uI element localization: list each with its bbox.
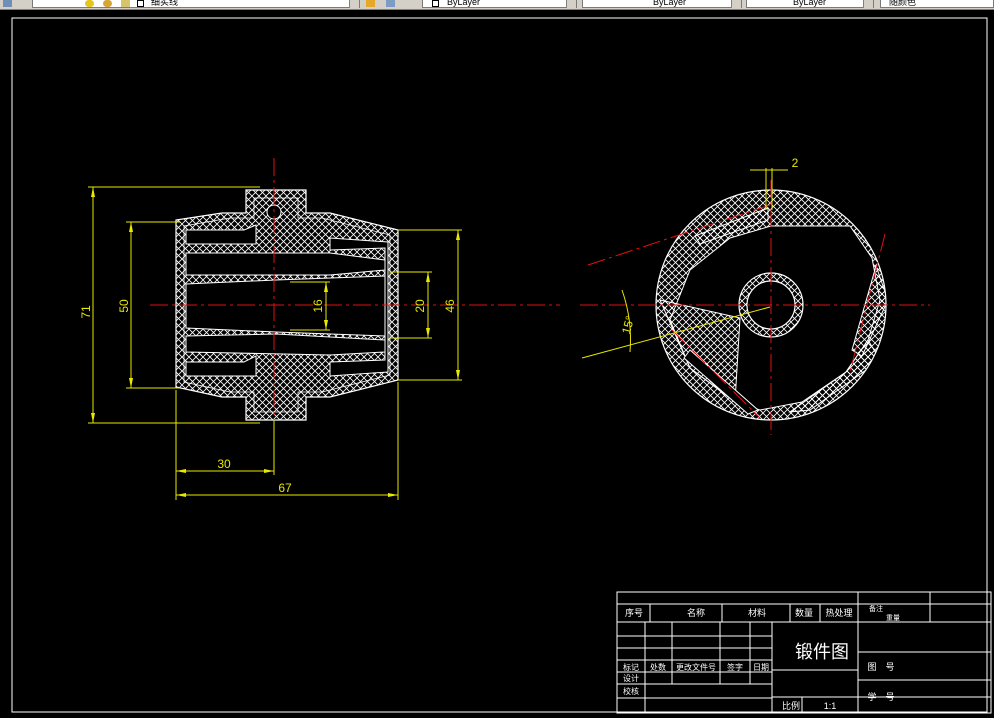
color-swatch-icon — [432, 0, 439, 7]
make-layer-current-icon[interactable] — [366, 0, 375, 7]
drawing-no-label: 图 号 — [867, 662, 894, 672]
rev-count: 处数 — [650, 662, 666, 672]
lineweight-combo[interactable]: ByLayer — [746, 0, 874, 8]
linetype-value: ByLayer — [653, 0, 687, 7]
side-view — [580, 180, 930, 435]
drawing-canvas[interactable]: 71 50 16 20 46 30 67 2 15° 序号 名称 材料 数量 热… — [0, 10, 994, 718]
rev-mark: 标记 — [623, 662, 639, 672]
header-material: 材料 — [748, 607, 766, 618]
dim-slot-angle: 15° — [619, 314, 637, 335]
checked-by-label: 校核 — [623, 686, 639, 696]
drawing-title: 锻件图 — [795, 642, 849, 662]
dim-overall-height: 71 — [79, 305, 93, 319]
linetype-combo[interactable]: ByLayer — [582, 0, 742, 8]
chevron-down-icon[interactable] — [731, 0, 741, 8]
layer-previous-icon[interactable] — [386, 0, 395, 7]
header-heat-treatment: 热处理 — [825, 607, 852, 618]
chevron-down-icon[interactable] — [863, 0, 873, 8]
dim-inner-diameter: 20 — [413, 299, 427, 313]
sun-icon — [103, 0, 112, 7]
plotstyle-value: 随颜色 — [889, 0, 917, 7]
chevron-down-icon[interactable] — [566, 0, 576, 8]
plotstyle-combo[interactable]: 随颜色 — [880, 0, 994, 8]
header-weight: 重量 — [886, 614, 900, 622]
header-seq: 序号 — [625, 607, 643, 618]
lineweight-value: ByLayer — [793, 0, 827, 7]
dim-overall-length: 67 — [278, 481, 292, 495]
layer-name: 细实线 — [151, 0, 179, 7]
designed-by-label: 设计 — [623, 673, 639, 683]
header-name: 名称 — [687, 607, 705, 618]
chevron-down-icon[interactable] — [349, 0, 359, 8]
lock-icon — [121, 0, 130, 7]
color-swatch-icon — [137, 0, 144, 7]
rev-file: 更改文件号 — [676, 662, 716, 672]
header-quantity: 数量 — [795, 607, 813, 618]
dim-bore-diameter: 16 — [311, 299, 325, 313]
student-no-label: 学 号 — [867, 691, 894, 702]
front-view-bore — [185, 275, 386, 337]
layer-icon[interactable] — [3, 0, 12, 7]
front-view-upper-channel — [185, 252, 386, 276]
dim-flange-diameter: 50 — [117, 299, 131, 313]
rev-date: 日期 — [753, 663, 769, 672]
layer-combo[interactable]: 细实线 — [32, 0, 360, 8]
front-view — [150, 158, 560, 445]
scale-value: 1:1 — [824, 701, 837, 711]
bulb-icon — [85, 0, 94, 7]
dim-half-length: 30 — [217, 457, 231, 471]
color-value: ByLayer — [447, 0, 481, 7]
properties-toolbar: 细实线 ByLayer ByLayer ByLayer 随颜色 — [0, 0, 994, 10]
header-remarks: 备注 — [869, 604, 883, 613]
dim-slot-width: 2 — [792, 156, 799, 170]
rev-sign: 签字 — [727, 662, 743, 672]
dim-outer-diameter: 46 — [443, 299, 457, 313]
color-combo[interactable]: ByLayer — [422, 0, 577, 8]
scale-label: 比例 — [782, 700, 800, 711]
